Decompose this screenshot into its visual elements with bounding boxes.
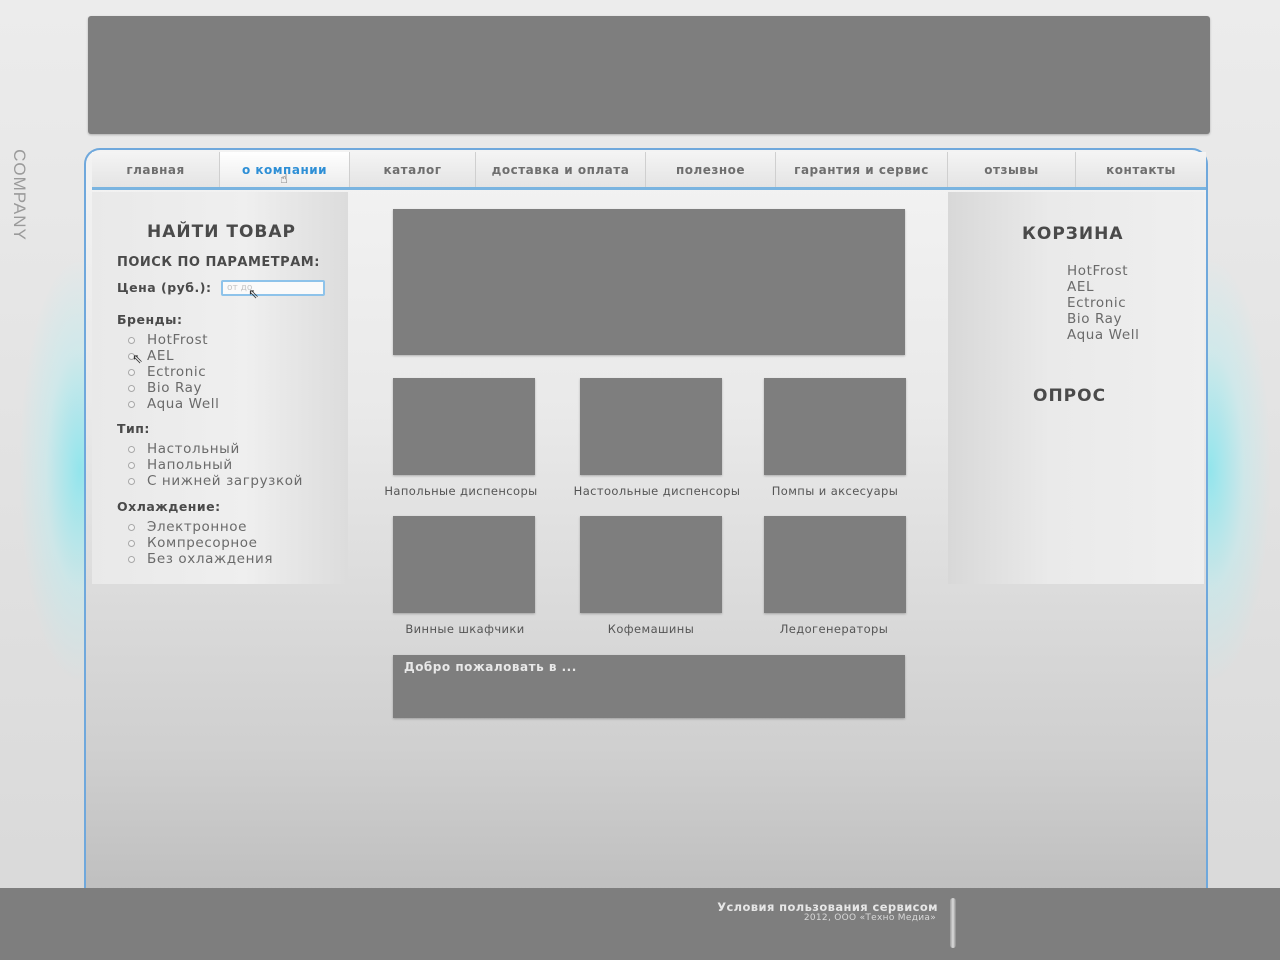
type-label: Тип: bbox=[117, 421, 150, 436]
main-navigation: главная о компании ☝ каталог доставка и опла… bbox=[92, 152, 1206, 190]
filter-option[interactable]: Aqua Well bbox=[128, 396, 219, 412]
filter-option-label: Настольный bbox=[147, 441, 240, 457]
cart-item[interactable]: Aqua Well bbox=[1067, 327, 1139, 343]
hand-cursor-icon: ☝ bbox=[280, 172, 289, 187]
filter-option[interactable]: Настольный bbox=[128, 441, 240, 457]
featured-slider[interactable] bbox=[393, 209, 905, 355]
side-logo-text: COMPANY bbox=[10, 149, 30, 241]
nav-item[interactable]: гарантия и сервис bbox=[776, 152, 948, 187]
category-image-table-dispensers[interactable] bbox=[580, 378, 722, 475]
category-image-coffee-machines[interactable] bbox=[580, 516, 722, 613]
search-subtitle: ПОИСК ПО ПАРАМЕТРАМ: bbox=[117, 255, 320, 270]
radio-button[interactable] bbox=[128, 400, 135, 408]
category-caption[interactable]: Настоольные диспенсоры bbox=[567, 484, 747, 498]
terms-link[interactable]: Условия пользования сервисом bbox=[717, 900, 938, 914]
filter-option[interactable]: Напольный bbox=[128, 457, 233, 473]
category-image-floor-dispensers[interactable] bbox=[393, 378, 535, 475]
cart-item[interactable]: Ectronic bbox=[1067, 295, 1126, 311]
nav-item[interactable]: каталог bbox=[350, 152, 476, 187]
radio-button[interactable] bbox=[128, 445, 135, 453]
filter-option-label: HotFrost bbox=[147, 332, 209, 348]
category-caption[interactable]: Ледогенераторы bbox=[744, 622, 924, 636]
category-caption[interactable]: Помпы и аксесуары bbox=[745, 484, 925, 498]
radio-button[interactable] bbox=[128, 539, 135, 547]
mouse-cursor-icon: ⇖ bbox=[248, 287, 259, 302]
category-caption[interactable]: Винные шкафчики bbox=[375, 622, 555, 636]
cooling-label: Охлаждение: bbox=[117, 499, 221, 514]
filter-option-label: Без охлаждения bbox=[147, 551, 274, 567]
side-logo: COMPANY bbox=[4, 149, 34, 241]
radio-button[interactable] bbox=[128, 555, 135, 563]
nav-item[interactable]: полезное bbox=[646, 152, 776, 187]
price-range-input[interactable]: от до bbox=[221, 280, 325, 296]
mouse-cursor-icon: ⇖ bbox=[132, 352, 143, 367]
filter-option[interactable]: HotFrost bbox=[128, 332, 208, 348]
cart-item[interactable]: HotFrost bbox=[1067, 263, 1128, 279]
welcome-text: Добро пожаловать в ... bbox=[404, 660, 577, 674]
filter-option-label: Напольный bbox=[147, 457, 233, 473]
nav-item[interactable]: отзывы bbox=[948, 152, 1076, 187]
nav-item[interactable]: доставка и оплата bbox=[476, 152, 646, 187]
nav-item[interactable]: контакты bbox=[1076, 152, 1206, 187]
filter-option[interactable]: Компресорное bbox=[128, 535, 258, 551]
category-image-pumps[interactable] bbox=[764, 378, 906, 475]
radio-button[interactable] bbox=[128, 477, 135, 485]
poll-title: ОПРОС bbox=[1033, 386, 1107, 406]
nav-item[interactable]: главная bbox=[92, 152, 220, 187]
footer bbox=[0, 888, 1280, 960]
cart-title: КОРЗИНА bbox=[1022, 224, 1124, 244]
copyright-text: 2012, ООО «Техно Медиа» bbox=[803, 913, 936, 923]
search-title: НАЙТИ ТОВАР bbox=[147, 222, 296, 242]
category-caption[interactable]: Кофемашины bbox=[561, 622, 741, 636]
category-caption[interactable]: Напольные диспенсоры bbox=[371, 484, 551, 498]
header-banner bbox=[88, 16, 1210, 134]
filter-option-label: Компресорное bbox=[147, 535, 258, 551]
filter-option-label: Электронное bbox=[147, 519, 248, 535]
price-label: Цена (руб.): bbox=[117, 280, 212, 295]
cart-item[interactable]: Bio Ray bbox=[1067, 311, 1122, 327]
filter-option-label: Aqua Well bbox=[147, 396, 220, 412]
cart-item[interactable]: AEL bbox=[1067, 279, 1094, 295]
radio-button[interactable] bbox=[128, 336, 135, 344]
radio-button[interactable] bbox=[128, 461, 135, 469]
filter-option-label: AEL bbox=[147, 348, 175, 364]
filter-option[interactable]: Электронное bbox=[128, 519, 247, 535]
filter-option-label: Ectronic bbox=[147, 364, 207, 380]
radio-button[interactable] bbox=[128, 384, 135, 392]
filter-option[interactable]: Bio Ray bbox=[128, 380, 202, 396]
filter-option[interactable]: С нижней загрузкой bbox=[128, 473, 303, 489]
brands-label: Бренды: bbox=[117, 312, 183, 327]
filter-option-label: Bio Ray bbox=[147, 380, 203, 396]
radio-button[interactable] bbox=[128, 523, 135, 531]
filter-option-label: С нижней загрузкой bbox=[147, 473, 303, 489]
footer-divider bbox=[950, 898, 956, 948]
radio-button[interactable] bbox=[128, 368, 135, 376]
category-image-ice-makers[interactable] bbox=[764, 516, 906, 613]
nav-item[interactable]: о компании ☝ bbox=[220, 152, 350, 187]
category-image-wine-cabinets[interactable] bbox=[393, 516, 535, 613]
filter-option[interactable]: Без охлаждения bbox=[128, 551, 273, 567]
